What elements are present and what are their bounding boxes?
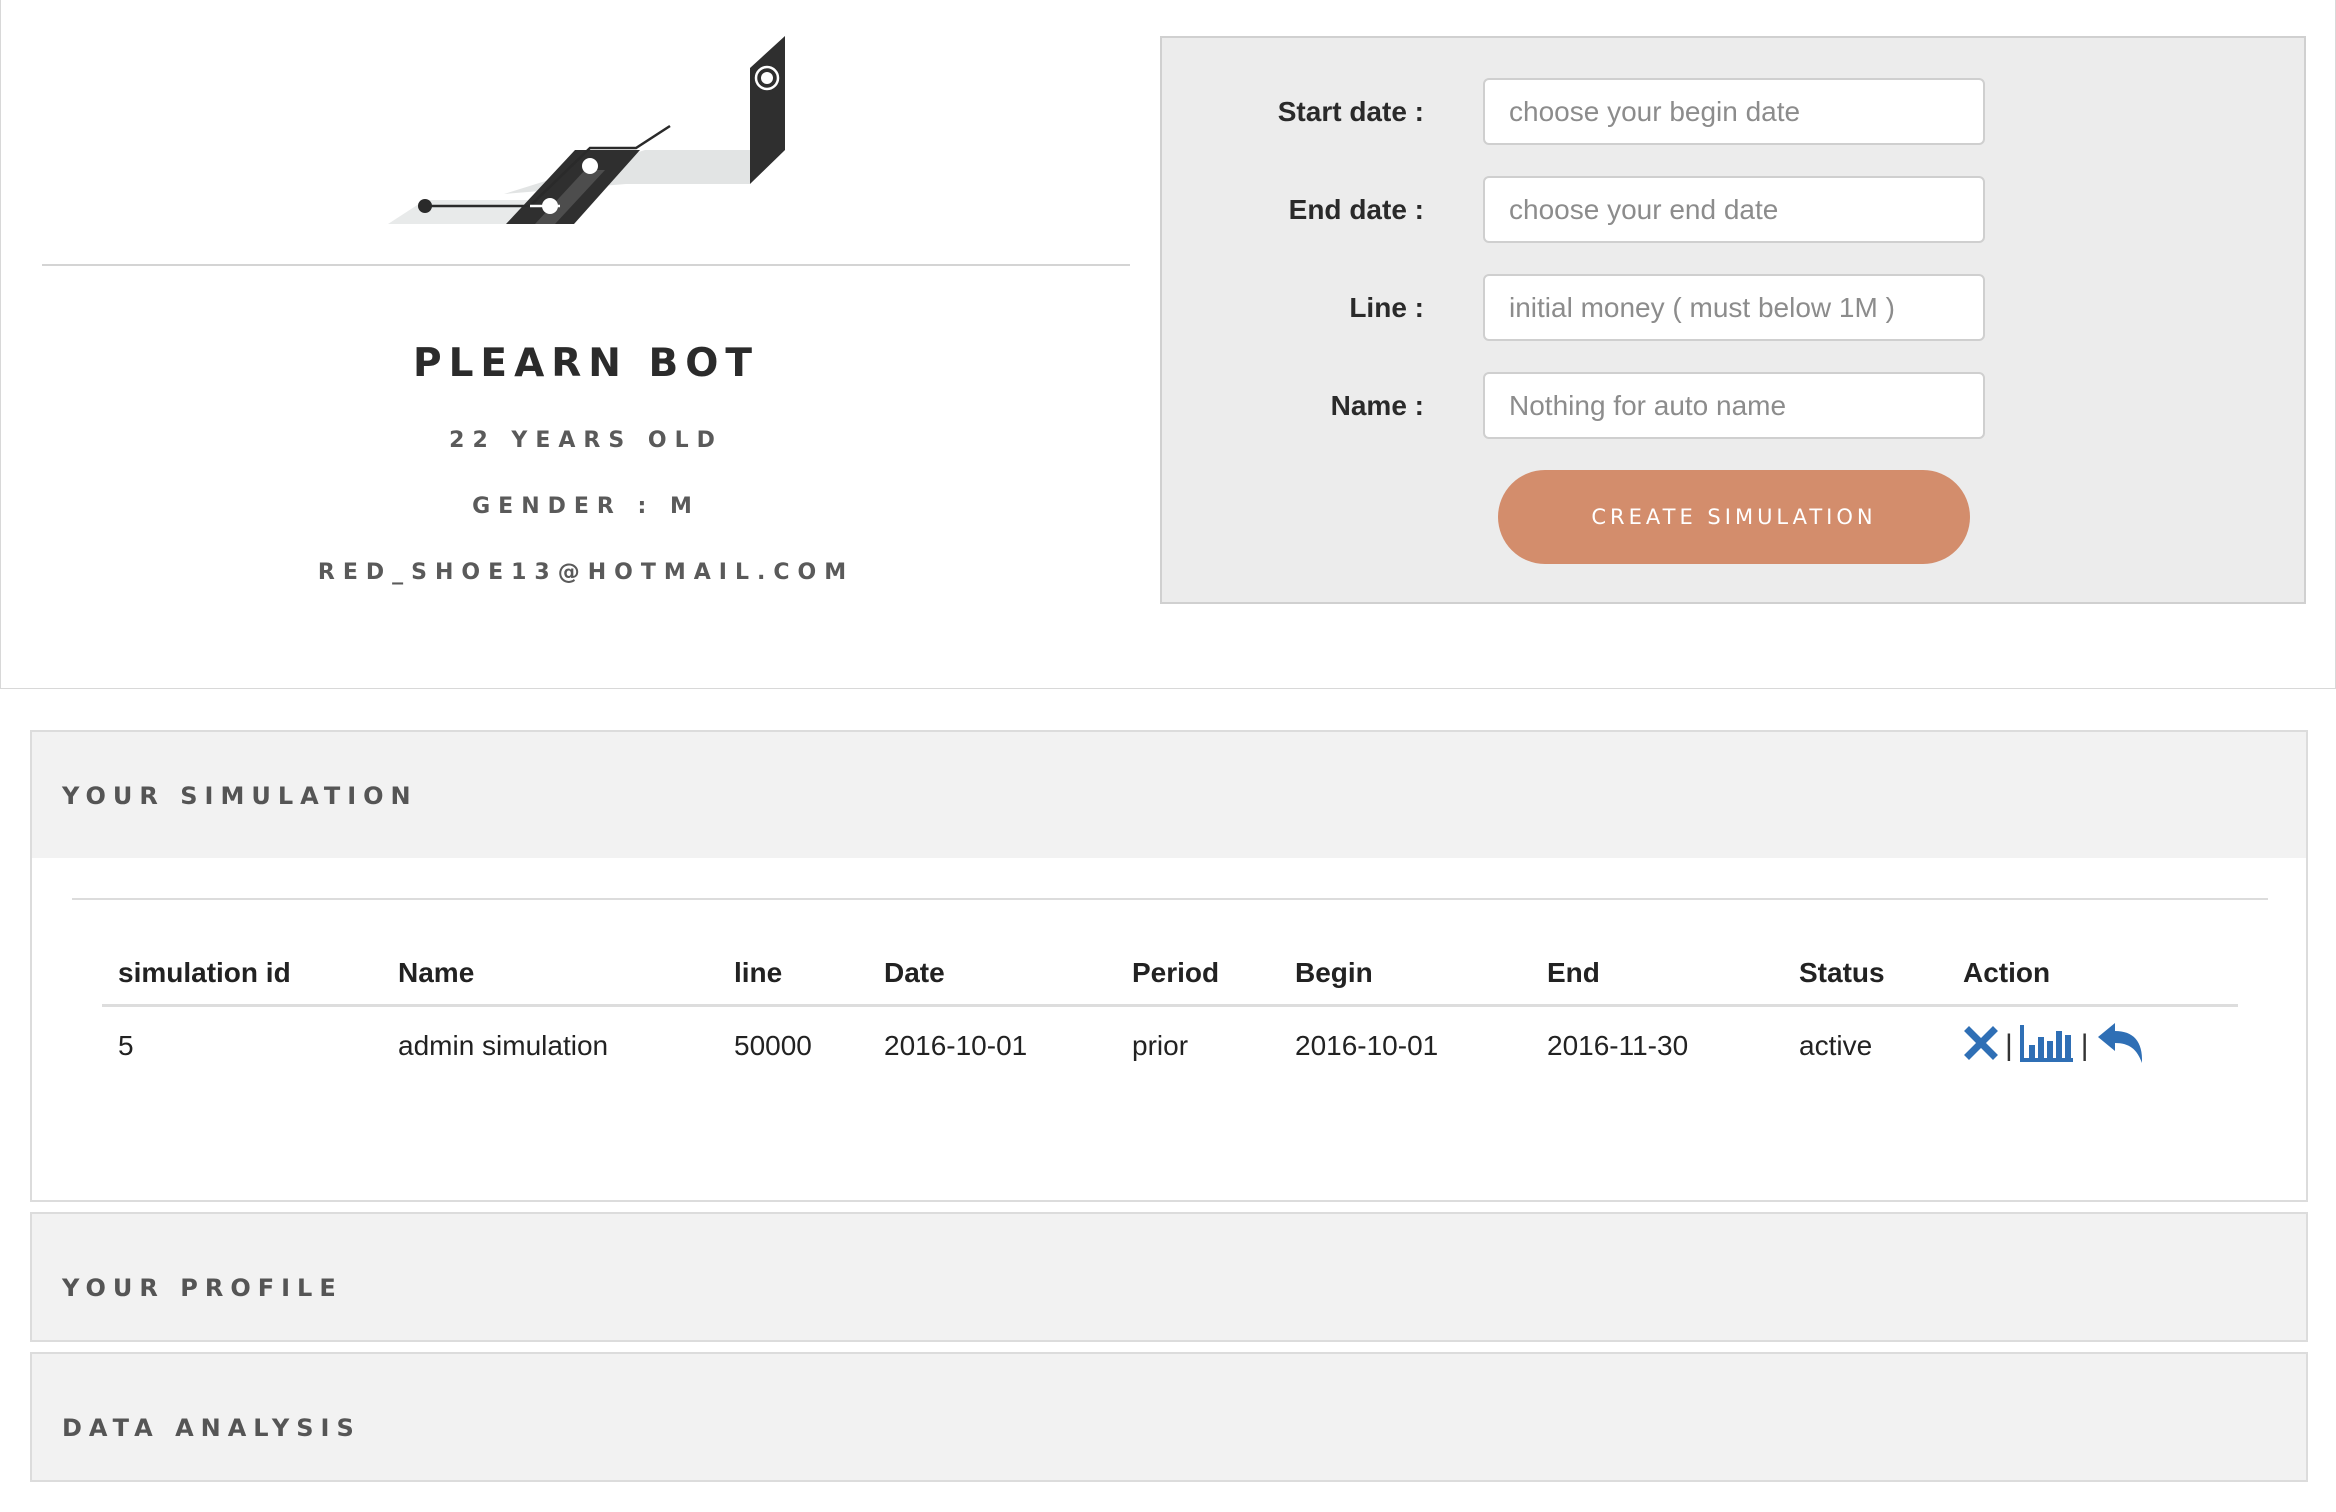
cell-name: admin simulation — [398, 1030, 609, 1061]
start-date-input[interactable] — [1483, 78, 1985, 145]
start-date-label: Start date : — [1277, 96, 1424, 127]
cell-date: 2016-10-01 — [884, 1030, 1028, 1061]
column-header: Action — [1947, 942, 2238, 1007]
line-input[interactable] — [1483, 274, 1985, 341]
profile-age: 22 YEARS OLD — [449, 428, 723, 453]
separator: | — [2080, 1029, 2089, 1062]
cell-end: 2016-11-30 — [1547, 1030, 1689, 1061]
logo — [380, 30, 800, 230]
column-header: Period — [1116, 942, 1279, 1007]
simulation-section-title[interactable]: YOUR SIMULATION — [62, 782, 418, 810]
profile-section-title[interactable]: YOUR PROFILE — [62, 1274, 343, 1302]
data-analysis-section-title[interactable]: DATA ANALYSIS — [62, 1414, 361, 1442]
cell-action: | | — [1947, 1006, 2238, 1086]
column-header: End — [1531, 942, 1783, 1007]
create-simulation-button[interactable]: CREATE SIMULATION — [1498, 470, 1970, 564]
logo-graphic — [388, 36, 785, 224]
column-header: Status — [1783, 942, 1947, 1007]
column-header: Begin — [1279, 942, 1531, 1007]
cell-simulation-id: 5 — [118, 1030, 134, 1061]
column-header: Date — [868, 942, 1116, 1007]
simulation-section: YOUR SIMULATION simulation id Name line … — [30, 730, 2308, 1202]
cell-begin: 2016-10-01 — [1295, 1030, 1439, 1061]
divider — [42, 264, 1130, 266]
profile-section[interactable]: YOUR PROFILE — [30, 1212, 2308, 1342]
end-date-input[interactable] — [1483, 176, 1985, 243]
column-header: Name — [382, 942, 718, 1007]
name-label: Name : — [1330, 390, 1424, 421]
cell-line: 50000 — [734, 1030, 812, 1061]
simulation-section-header[interactable]: YOUR SIMULATION — [32, 732, 2306, 858]
reply-icon[interactable] — [2095, 1021, 2145, 1072]
data-analysis-section[interactable]: DATA ANALYSIS — [30, 1352, 2308, 1482]
bar-chart-icon[interactable] — [2019, 1023, 2075, 1070]
close-icon[interactable] — [1963, 1025, 1999, 1068]
table-row: 5 admin simulation 50000 2016-10-01 prio… — [102, 1006, 2238, 1086]
separator: | — [2005, 1029, 2013, 1062]
cell-status: active — [1799, 1030, 1873, 1061]
cell-period: prior — [1132, 1030, 1189, 1061]
table-header-row: simulation id Name line Date Period Begi… — [102, 942, 2238, 1007]
name-input[interactable] — [1483, 372, 1985, 439]
divider — [72, 898, 2268, 900]
line-label: Line : — [1349, 292, 1424, 323]
profile-gender: GENDER : M — [472, 494, 700, 519]
column-header: line — [718, 942, 868, 1007]
profile-email: RED_SHOE13@HOTMAIL.COM — [317, 560, 855, 585]
profile-name: PLEARN BOT — [413, 341, 759, 386]
end-date-label: End date : — [1288, 194, 1424, 225]
simulation-table: simulation id Name line Date Period Begi… — [102, 942, 2238, 1085]
column-header: simulation id — [102, 942, 382, 1007]
